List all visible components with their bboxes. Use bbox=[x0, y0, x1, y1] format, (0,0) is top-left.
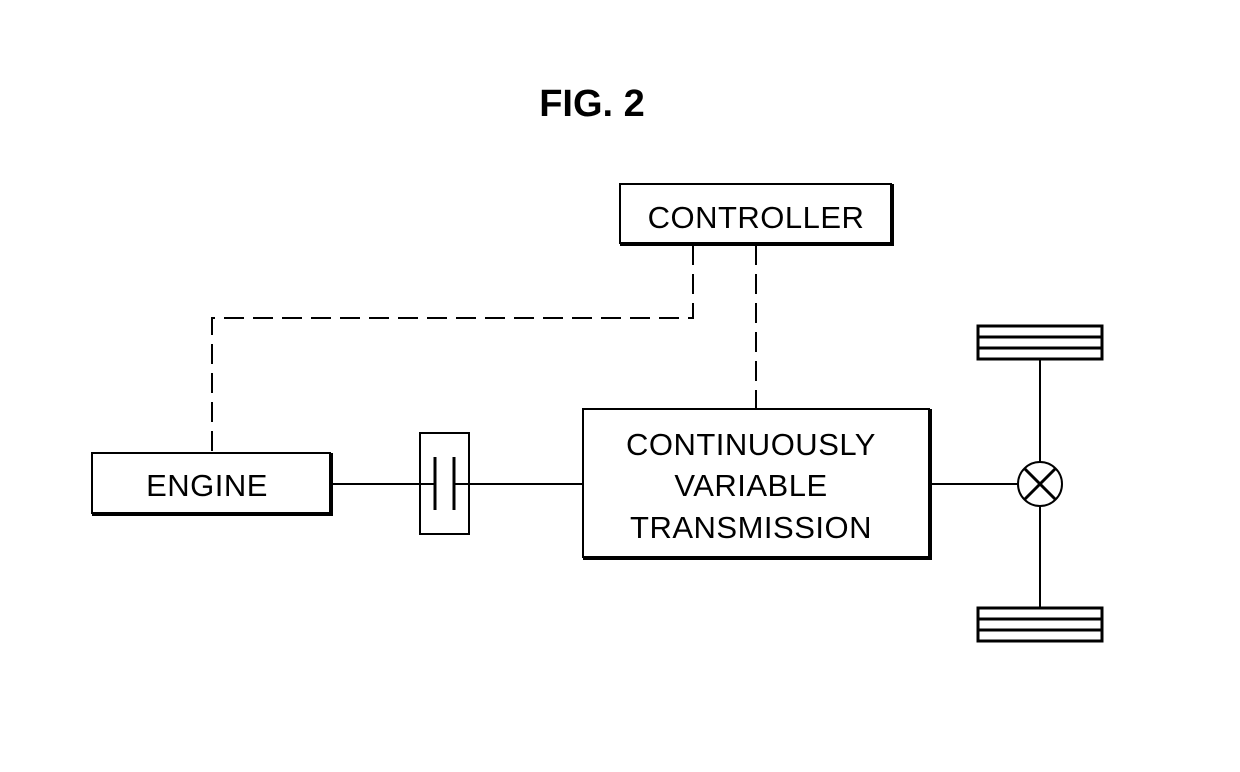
transmission-box: CONTINUOUSLY VARIABLE TRANSMISSION bbox=[582, 408, 932, 560]
wheel-top bbox=[976, 324, 1104, 361]
controller-box: CONTROLLER bbox=[619, 183, 894, 246]
controller-label: CONTROLLER bbox=[648, 200, 865, 235]
transmission-label-line-1: CONTINUOUSLY bbox=[626, 427, 876, 462]
clutch bbox=[419, 432, 470, 535]
wheel-bottom bbox=[976, 606, 1104, 643]
transmission-label-line-2: VARIABLE bbox=[674, 468, 827, 503]
figure-title: FIG. 2 bbox=[539, 83, 645, 125]
differential bbox=[1017, 461, 1063, 507]
powertrain-diagram: FIG. 2 CONTROLLER ENGINE CONTINUOUSLY VA… bbox=[91, 83, 1104, 643]
transmission-label-line-3: TRANSMISSION bbox=[630, 510, 872, 545]
engine-box: ENGINE bbox=[91, 452, 333, 516]
engine-label: ENGINE bbox=[146, 468, 268, 503]
